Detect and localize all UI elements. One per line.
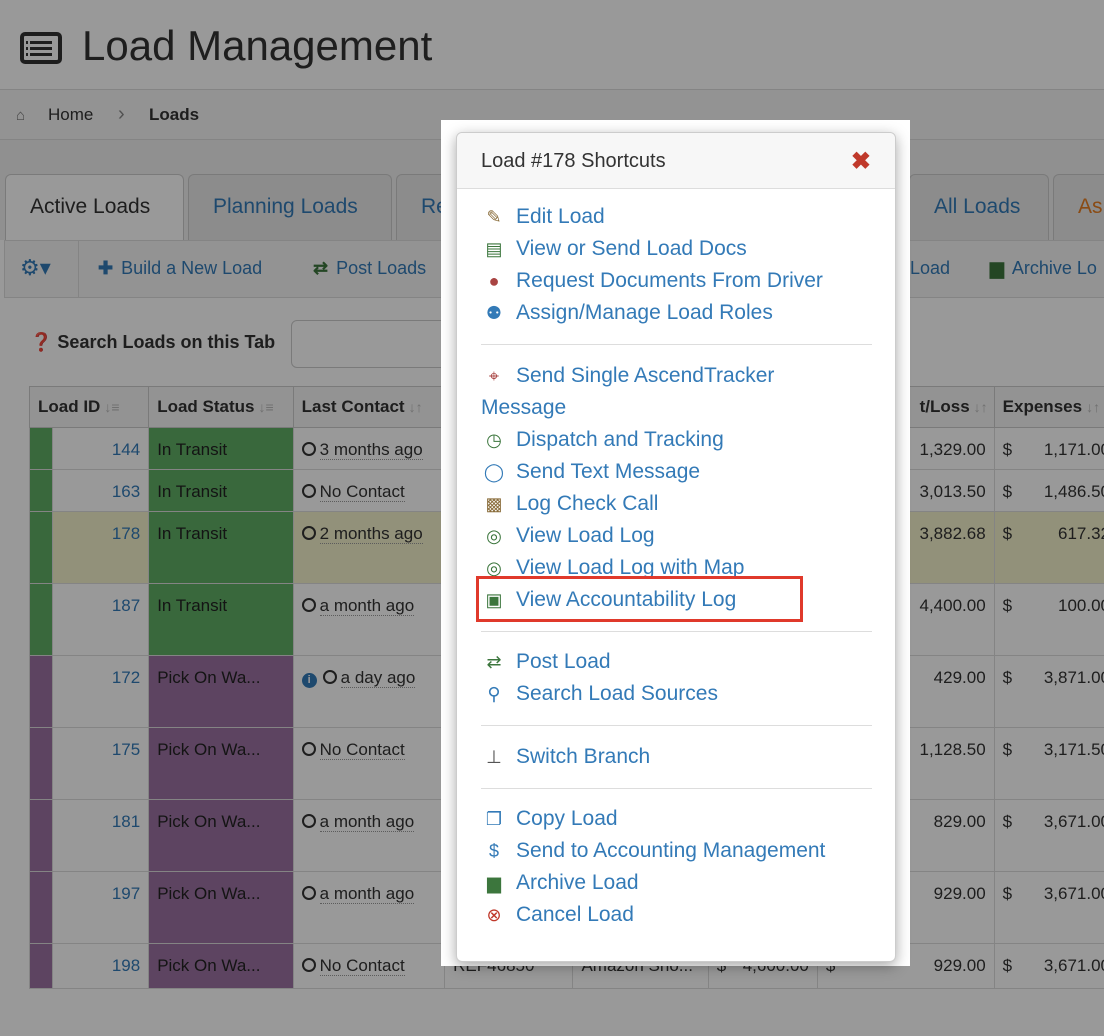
retweet-icon: ⇄ xyxy=(486,652,502,672)
menu-request-documents[interactable]: ● Request Documents From Driver xyxy=(482,265,823,297)
menu-divider xyxy=(481,788,872,789)
close-icon[interactable]: ✖ xyxy=(851,147,871,176)
highlight-annotation xyxy=(476,576,803,622)
users-icon: ⚉ xyxy=(485,303,503,323)
menu-load-log[interactable]: ◎ View Load Log xyxy=(482,520,654,552)
menu-send-text[interactable]: ◯ Send Text Message xyxy=(482,456,700,488)
popover-title: Load #178 Shortcuts xyxy=(481,150,666,172)
menu-switch-branch[interactable]: ⊥ Switch Branch xyxy=(482,741,650,773)
menu-load-docs[interactable]: ▤ View or Send Load Docs xyxy=(482,233,746,265)
paste-icon: ▩ xyxy=(485,494,503,514)
menu-dispatch-tracking[interactable]: ◷ Dispatch and Tracking xyxy=(482,424,724,456)
shortcuts-popover: Load #178 Shortcuts ✖ ✎ Edit Load ▤ View o… xyxy=(456,132,896,962)
menu-ascendtracker-line2[interactable]: Message xyxy=(481,392,566,424)
menu-send-accounting[interactable]: $ Send to Accounting Management xyxy=(482,835,825,867)
clock-icon: ◷ xyxy=(486,430,502,450)
user-icon: ● xyxy=(488,271,500,291)
file-icon: ▤ xyxy=(485,239,503,259)
copy-icon: ❐ xyxy=(485,809,503,829)
crosshairs-icon: ⌖ xyxy=(488,366,500,386)
menu-search-sources[interactable]: ⚲ Search Load Sources xyxy=(482,678,718,710)
comment-icon: ◯ xyxy=(483,462,505,482)
sitemap-icon: ⊥ xyxy=(486,747,502,767)
page: Load Management ⌂ Home › Loads Active Lo… xyxy=(0,0,1104,1036)
menu-post-load[interactable]: ⇄ Post Load xyxy=(482,646,610,678)
menu-edit-load[interactable]: ✎ Edit Load xyxy=(482,201,604,233)
menu-divider xyxy=(481,344,872,345)
pencil-icon: ✎ xyxy=(486,207,502,227)
menu-copy-load[interactable]: ❐ Copy Load xyxy=(482,803,618,835)
popover-header: Load #178 Shortcuts ✖ xyxy=(457,133,895,189)
menu-ascendtracker[interactable]: ⌖ Send Single AscendTracker xyxy=(482,360,774,392)
menu-divider xyxy=(481,631,872,632)
menu-cancel-load[interactable]: ⊗ Cancel Load xyxy=(482,899,633,931)
menu-check-call[interactable]: ▩ Log Check Call xyxy=(482,488,658,520)
times-circle-icon: ⊗ xyxy=(486,905,502,925)
menu-divider xyxy=(481,725,872,726)
archive-icon: ▆ xyxy=(487,873,501,893)
dollar-icon: $ xyxy=(488,841,499,861)
menu-load-roles[interactable]: ⚉ Assign/Manage Load Roles xyxy=(482,297,773,329)
menu-archive-load[interactable]: ▆ Archive Load xyxy=(482,867,639,899)
search-icon: ⚲ xyxy=(487,684,501,704)
popover-arrow xyxy=(441,536,456,564)
comments-icon: ◎ xyxy=(486,526,502,546)
